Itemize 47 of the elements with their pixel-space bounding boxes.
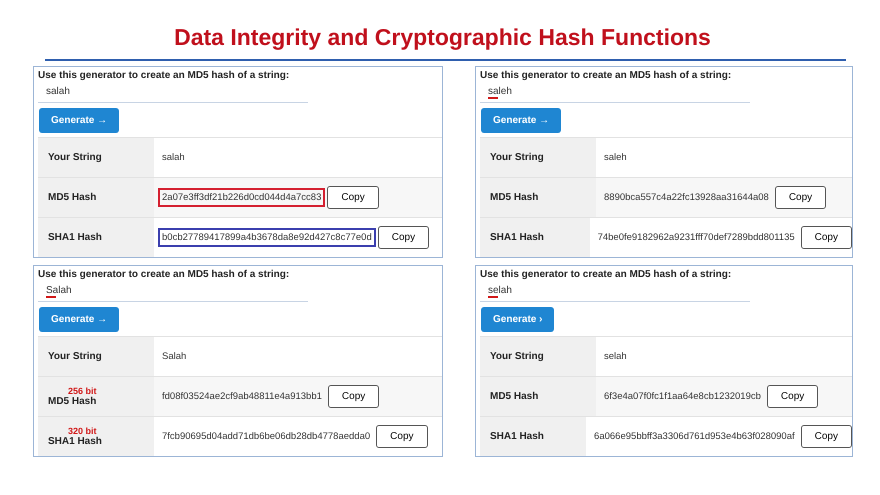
generate-button[interactable]: Generate → <box>39 307 120 332</box>
copy-button[interactable]: Copy <box>327 186 379 209</box>
bit-note: 256 bit <box>67 386 98 396</box>
copy-button[interactable]: Copy <box>378 226 430 249</box>
copy-button[interactable]: Copy <box>800 425 852 448</box>
generate-button[interactable]: Generate › <box>481 307 554 332</box>
hash-value: 8890bca557c4a22fc13928aa31644a08 <box>603 191 770 205</box>
row-label: Your String <box>490 152 545 163</box>
hash-value: 6f3e4a07f0fc1f1aa64e8cb1232019cb <box>603 390 762 404</box>
copy-button[interactable]: Copy <box>328 385 380 408</box>
hash-value: Salah <box>161 350 188 364</box>
generate-button[interactable]: Generate → <box>481 108 562 133</box>
row-label: SHA1 Hash <box>490 431 545 442</box>
input-field[interactable]: salah <box>38 81 308 103</box>
row-label: MD5 Hash <box>48 396 98 407</box>
input-field[interactable]: Salah <box>38 280 308 302</box>
hash-value: b0cb27789417899a4b3678da8e92d427c8c77e0d <box>158 228 376 247</box>
prompt-text: Use this generator to create an MD5 hash of a string: <box>38 70 290 81</box>
hash-value: saleh <box>603 151 628 165</box>
copy-button[interactable]: Copy <box>766 385 818 408</box>
row-label: SHA1 Hash <box>48 436 103 447</box>
prompt-text: Use this generator to create an MD5 hash of a string: <box>38 269 290 280</box>
row-label: MD5 Hash <box>490 192 540 203</box>
generate-button[interactable]: Generate → <box>39 108 120 133</box>
hash-value: 2a07e3ff3df21b226d0cd044d4a7cc83 <box>158 188 326 207</box>
row-label: Your String <box>48 152 103 163</box>
hash-value: 7fcb90695d04add71db6be06db28db4778aedda0 <box>161 430 372 444</box>
prompt-text: Use this generator to create an MD5 hash of a string: <box>480 269 732 280</box>
input-field[interactable]: saleh <box>480 81 750 103</box>
copy-button[interactable]: Copy <box>800 226 852 249</box>
copy-button[interactable]: Copy <box>376 425 428 448</box>
row-label: SHA1 Hash <box>48 232 103 243</box>
row-label: MD5 Hash <box>490 391 540 402</box>
prompt-text: Use this generator to create an MD5 hash of a string: <box>480 70 732 81</box>
row-label: Your String <box>490 351 545 362</box>
hash-value: fd08f03524ae2cf9ab48811e4a913bb1 <box>161 390 323 404</box>
hash-value: salah <box>161 151 186 165</box>
row-label: Your String <box>48 351 103 362</box>
hash-value: selah <box>603 350 628 364</box>
slide-title: Data Integrity and Cryptographic Hash Functions <box>173 24 712 51</box>
hash-value: 74be0fe9182962a9231fff70def7289bdd801135 <box>596 231 796 245</box>
hash-value: 6a066e95bbff3a3306d761d953e4b63f028090af <box>593 430 796 444</box>
copy-button[interactable]: Copy <box>774 186 826 209</box>
input-field[interactable]: selah <box>480 280 750 302</box>
row-label: SHA1 Hash <box>490 232 545 243</box>
row-label: MD5 Hash <box>48 192 98 203</box>
bit-note: 320 bit <box>67 426 98 436</box>
